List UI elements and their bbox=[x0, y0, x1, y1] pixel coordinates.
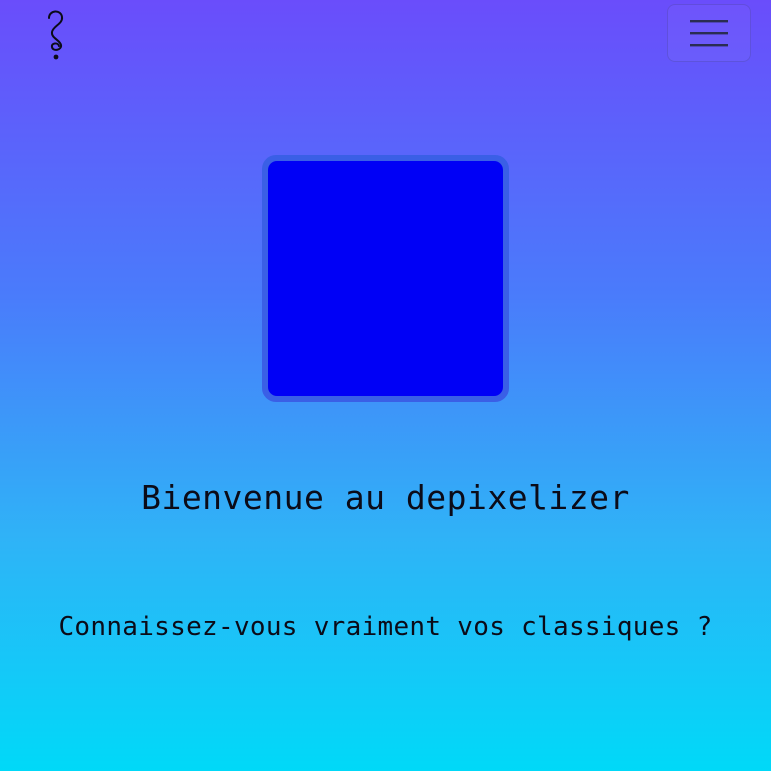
hamburger-menu-icon bbox=[690, 20, 728, 47]
menu-toggle-button[interactable] bbox=[667, 4, 751, 62]
welcome-title: Bienvenue au depixelizer bbox=[141, 478, 630, 517]
pixelated-image-frame bbox=[262, 155, 509, 402]
tagline-question: Connaissez-vous vraiment vos classiques … bbox=[58, 612, 713, 642]
logo-icon[interactable] bbox=[38, 6, 74, 62]
pixelated-image bbox=[268, 161, 503, 396]
